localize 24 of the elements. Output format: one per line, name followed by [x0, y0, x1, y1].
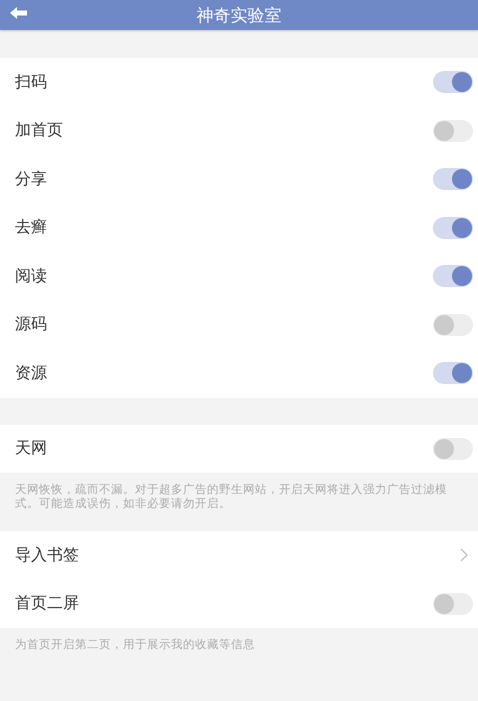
- setting-label: 扫码: [15, 72, 47, 93]
- toggle-switch[interactable]: [433, 168, 473, 190]
- toggle-switch[interactable]: [433, 314, 473, 336]
- toggle-switch[interactable]: [433, 216, 473, 239]
- setting-label: 去癣: [15, 217, 47, 238]
- back-icon[interactable]: [10, 6, 28, 20]
- setting-label: 分享: [15, 168, 47, 190]
- toggle-switch[interactable]: [433, 438, 473, 460]
- toggle-switch[interactable]: [433, 265, 473, 288]
- toggle-switch[interactable]: [433, 362, 473, 384]
- toggle-switch[interactable]: [433, 120, 473, 142]
- setting-label: 源码: [15, 314, 47, 336]
- setting-label: 资源: [15, 362, 47, 384]
- setting-label: 导入书签: [15, 544, 79, 566]
- setting-label: 加首页: [15, 120, 63, 142]
- chevron-right-icon[interactable]: [460, 548, 468, 562]
- setting-label: 首页二屏: [15, 593, 79, 614]
- setting-label: 阅读: [15, 266, 47, 287]
- description-text: 天网恢恢，疏而不漏。对于超多广告的野生网站，开启天网将进入强力广告过滤模式。可能造成误伤，如非必要请勿开启。: [14, 481, 448, 512]
- page-title: 神奇实验室: [196, 4, 282, 26]
- description-text: 为首页开启第二页，用于展示我的收藏等信息: [14, 636, 256, 653]
- setting-label: 天网: [15, 438, 47, 460]
- toggle-switch[interactable]: [433, 71, 473, 94]
- toggle-switch[interactable]: [433, 592, 473, 615]
